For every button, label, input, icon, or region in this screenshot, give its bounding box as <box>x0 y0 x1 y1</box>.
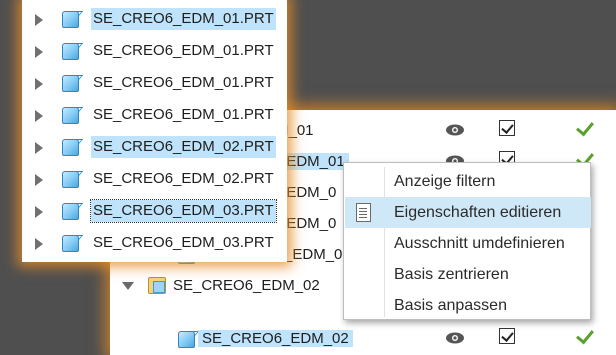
list-item[interactable]: SE_CREO6_EDM_03.PRT <box>22 227 287 259</box>
list-item[interactable]: SE_CREO6_EDM_01.PRT <box>22 99 287 131</box>
expand-caret-icon[interactable] <box>35 206 43 218</box>
part-list-popup: SE_CREO6_EDM_01.PRT SE_CREO6_EDM_01.PRT … <box>22 0 287 262</box>
menu-item-filter-display[interactable]: Anzeige filtern <box>345 166 591 197</box>
part-icon <box>62 203 79 220</box>
menu-item-label: Anzeige filtern <box>394 173 496 190</box>
list-item-label: SE_CREO6_EDM_01.PRT <box>93 42 274 59</box>
list-item-label: SE_CREO6_EDM_02.PRT <box>91 136 276 158</box>
list-item-label: SE_CREO6_EDM_01.PRT <box>93 74 274 91</box>
part-icon <box>62 235 79 252</box>
expand-caret-icon[interactable] <box>35 46 43 58</box>
list-item-label: SE_CREO6_EDM_02.PRT <box>93 170 274 187</box>
part-icon <box>62 11 79 28</box>
visibility-checkbox[interactable] <box>499 120 515 136</box>
list-item-label: SE_CREO6_EDM_03.PRT <box>90 199 277 223</box>
list-item[interactable]: SE_CREO6_EDM_02.PRT <box>22 131 287 163</box>
list-item[interactable]: SE_CREO6_EDM_03.PRT <box>22 195 287 227</box>
menu-item-label: Basis anpassen <box>394 297 507 314</box>
status-check-icon <box>576 117 594 137</box>
expand-caret-icon[interactable] <box>35 78 43 90</box>
menu-item-edit-properties[interactable]: Eigenschaften editieren <box>345 197 591 228</box>
list-item[interactable]: SE_CREO6_EDM_01.PRT <box>22 3 287 35</box>
tree-row[interactable]: SE_CREO6_EDM_02 <box>110 323 616 354</box>
menu-item-label: Ausschnitt umdefinieren <box>394 235 565 252</box>
context-menu: Anzeige filtern Eigenschaften editieren … <box>343 162 591 320</box>
menu-item-center-base[interactable]: Basis zentrieren <box>345 259 591 290</box>
assembly-icon <box>148 277 166 294</box>
expand-caret-icon[interactable] <box>35 14 43 26</box>
eye-icon[interactable] <box>445 331 465 345</box>
list-item[interactable]: SE_CREO6_EDM_01.PRT <box>22 67 287 99</box>
list-item-label: SE_CREO6_EDM_01.PRT <box>93 106 274 123</box>
visibility-checkbox[interactable] <box>499 328 515 344</box>
status-check-icon <box>576 325 594 345</box>
menu-item-label: Eigenschaften editieren <box>394 204 562 221</box>
part-icon <box>62 43 79 60</box>
part-icon <box>62 139 79 156</box>
list-item[interactable]: SE_CREO6_EDM_01.PRT <box>22 35 287 67</box>
menu-item-label: Basis zentrieren <box>394 266 509 283</box>
expand-caret-icon[interactable] <box>35 174 43 186</box>
list-item-label: SE_CREO6_EDM_03.PRT <box>93 234 274 251</box>
menu-item-adjust-base[interactable]: Basis anpassen <box>345 290 591 321</box>
expand-caret-icon[interactable] <box>35 110 43 122</box>
part-icon <box>62 107 79 124</box>
part-icon <box>62 171 79 188</box>
menu-item-redefine-section[interactable]: Ausschnitt umdefinieren <box>345 228 591 259</box>
part-icon <box>62 75 79 92</box>
part-icon <box>178 331 195 348</box>
eye-icon[interactable] <box>445 123 465 137</box>
collapse-caret-icon[interactable] <box>122 282 134 290</box>
expand-caret-icon[interactable] <box>35 238 43 250</box>
list-item[interactable]: SE_CREO6_EDM_02.PRT <box>22 163 287 195</box>
tree-row-label: SE_CREO6_EDM_02 <box>173 277 320 294</box>
document-icon <box>356 203 371 222</box>
screenshot-canvas: M_01 _EDM_01 _EDM_0 _EDM_0 SE_CREO6_EDM_… <box>0 0 616 355</box>
tree-row-label: SE_CREO6_EDM_02 <box>198 330 353 347</box>
expand-caret-icon[interactable] <box>35 142 43 154</box>
list-item-label: SE_CREO6_EDM_01.PRT <box>91 8 276 30</box>
